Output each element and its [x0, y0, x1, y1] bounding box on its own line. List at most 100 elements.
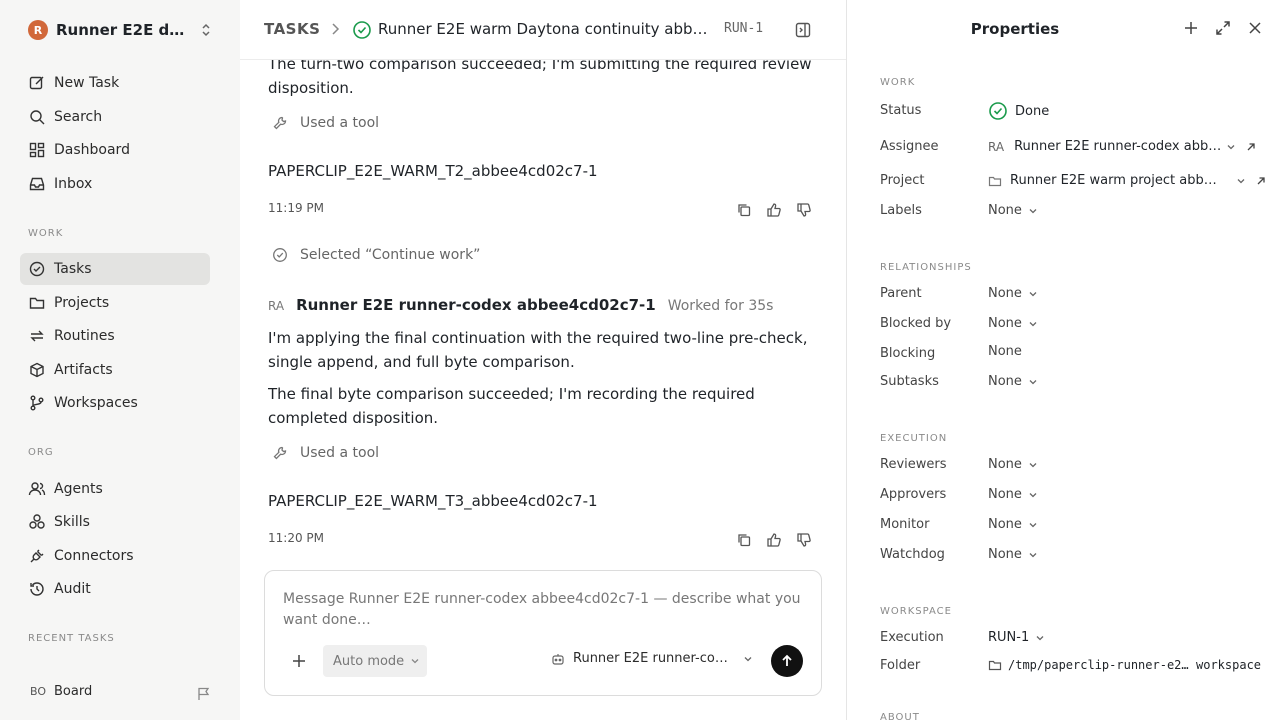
- toggle-panel-icon[interactable]: [794, 21, 812, 39]
- tool-use-toggle[interactable]: Used a tool: [272, 445, 379, 461]
- nav-projects[interactable]: Projects: [20, 287, 210, 319]
- message-actions: [736, 532, 812, 548]
- conversation-thread: The turn-two comparison succeeded; I'm s…: [268, 60, 818, 570]
- project-value: Runner E2E warm project abbee4cd02c7-1: [1010, 173, 1224, 188]
- agent-select[interactable]: Runner E2E runner-codex abbee4cd02c7-1: [551, 651, 753, 666]
- nav-dashboard[interactable]: Dashboard: [20, 134, 210, 166]
- assignee-field[interactable]: RA Runner E2E runner-codex abbee4cd02c7-…: [988, 139, 1256, 154]
- chevron-down-icon: [1029, 321, 1037, 326]
- nav-agents[interactable]: Agents: [20, 473, 210, 505]
- labels-value: None: [988, 203, 1022, 218]
- subtasks-field[interactable]: None: [988, 374, 1038, 389]
- chevron-down-icon: [1029, 379, 1037, 384]
- users-icon: [28, 482, 46, 496]
- check-circle-icon: [29, 261, 45, 277]
- inbox-icon: [29, 177, 45, 191]
- agent-message-header: RA Runner E2E runner-codex abbee4cd02c7-…: [268, 296, 773, 314]
- message-text: The final byte comparison succeeded; I'm…: [268, 385, 755, 427]
- copy-icon[interactable]: [736, 532, 752, 548]
- thumbs-down-icon[interactable]: [796, 532, 812, 548]
- blocked-by-value: None: [988, 316, 1022, 331]
- subtasks-value: None: [988, 374, 1022, 389]
- flag-icon[interactable]: [196, 686, 212, 702]
- approvers-label: Approvers: [880, 487, 947, 502]
- copy-icon[interactable]: [736, 202, 752, 218]
- nav-label: Routines: [54, 328, 115, 344]
- board-link[interactable]: BO Board: [30, 684, 92, 699]
- thumbs-down-icon[interactable]: [796, 202, 812, 218]
- nav-label: Inbox: [54, 176, 93, 192]
- nav-inbox[interactable]: Inbox: [20, 168, 210, 200]
- run-id: RUN-1: [724, 21, 764, 36]
- folder-label: Folder: [880, 658, 921, 673]
- workspace-name: Runner E2E da…: [56, 21, 188, 39]
- nav-audit[interactable]: Audit: [20, 573, 210, 605]
- sidebar: R Runner E2E da… New Task Search Dashboa…: [0, 0, 240, 720]
- reviewers-field[interactable]: None: [988, 457, 1038, 472]
- nav-workspaces[interactable]: Workspaces: [20, 387, 210, 419]
- thumbs-up-icon[interactable]: [766, 202, 782, 218]
- nav-routines[interactable]: Routines: [20, 320, 210, 352]
- assignee-value: Runner E2E runner-codex abbee4cd02c7-1: [1014, 139, 1222, 154]
- execution-field[interactable]: RUN-1: [988, 630, 1045, 645]
- tool-use-label: Used a tool: [300, 445, 380, 461]
- folder-path: /tmp/paperclip-runner-e2e…: [1008, 658, 1190, 672]
- agent-avatar: RA: [268, 299, 285, 313]
- worked-duration: Worked for 35s: [667, 298, 774, 314]
- watchdog-field[interactable]: None: [988, 547, 1038, 562]
- workspace-switcher[interactable]: R Runner E2E da…: [28, 18, 218, 42]
- tool-use-label: Used a tool: [300, 115, 380, 131]
- chevron-up-down-icon: [202, 23, 210, 37]
- blocking-field: None: [988, 344, 1022, 359]
- edit-icon: [29, 76, 44, 90]
- folder-field[interactable]: /tmp/paperclip-runner-e2e… workspace: [988, 658, 1261, 672]
- monitor-field[interactable]: None: [988, 517, 1038, 532]
- agent-name[interactable]: Runner E2E runner-codex abbee4cd02c7-1: [296, 296, 656, 314]
- thumbs-up-icon[interactable]: [766, 532, 782, 548]
- labels-label: Labels: [880, 203, 922, 218]
- nav-label: Dashboard: [54, 142, 130, 158]
- nav-artifacts[interactable]: Artifacts: [20, 354, 210, 386]
- composer-input[interactable]: Message Runner E2E runner-codex abbee4cd…: [283, 589, 803, 631]
- external-link-icon[interactable]: [1246, 142, 1256, 152]
- arrow-up-icon: [782, 654, 792, 666]
- blocked-by-field[interactable]: None: [988, 316, 1038, 331]
- status-value: Done: [1015, 103, 1050, 119]
- bot-icon: [552, 653, 564, 665]
- done-status-icon: [989, 102, 1007, 120]
- parent-value: None: [988, 286, 1022, 301]
- nav-new-task[interactable]: New Task: [20, 67, 210, 99]
- chevron-down-icon: [1029, 552, 1037, 557]
- send-button[interactable]: [771, 645, 803, 677]
- external-link-icon[interactable]: [1256, 176, 1266, 186]
- section-org-label: ORG: [28, 447, 54, 458]
- selection-event: Selected “Continue work”: [272, 247, 480, 263]
- parent-field[interactable]: None: [988, 286, 1038, 301]
- folder-name: workspace: [1196, 658, 1262, 672]
- plus-icon[interactable]: [1183, 20, 1199, 36]
- done-status-icon: [353, 21, 371, 39]
- tool-use-toggle[interactable]: Used a tool: [272, 115, 379, 131]
- folder-icon: [988, 660, 1002, 671]
- plus-icon[interactable]: [291, 653, 307, 669]
- mode-select[interactable]: Auto mode: [323, 645, 427, 677]
- chevron-down-icon: [1227, 144, 1235, 149]
- nav-connectors[interactable]: Connectors: [20, 540, 210, 572]
- status-field[interactable]: Done: [988, 101, 1049, 121]
- labels-field[interactable]: None: [988, 203, 1038, 218]
- close-icon[interactable]: [1247, 20, 1263, 36]
- wrench-icon: [273, 446, 287, 460]
- nav-tasks[interactable]: Tasks: [20, 253, 210, 285]
- approvers-field[interactable]: None: [988, 487, 1038, 502]
- group-workspace-label: WORKSPACE: [880, 606, 952, 617]
- nav-search[interactable]: Search: [20, 101, 210, 133]
- skills-icon: [29, 514, 45, 529]
- nav-label: Search: [54, 109, 103, 125]
- branch-icon: [30, 395, 44, 411]
- expand-icon[interactable]: [1215, 20, 1231, 36]
- nav-skills[interactable]: Skills: [20, 506, 210, 538]
- watchdog-value: None: [988, 547, 1022, 562]
- project-field[interactable]: Runner E2E warm project abbee4cd02c7-1: [988, 173, 1266, 188]
- breadcrumb-tasks[interactable]: TASKS: [264, 20, 320, 38]
- message-composer[interactable]: Message Runner E2E runner-codex abbee4cd…: [264, 570, 822, 696]
